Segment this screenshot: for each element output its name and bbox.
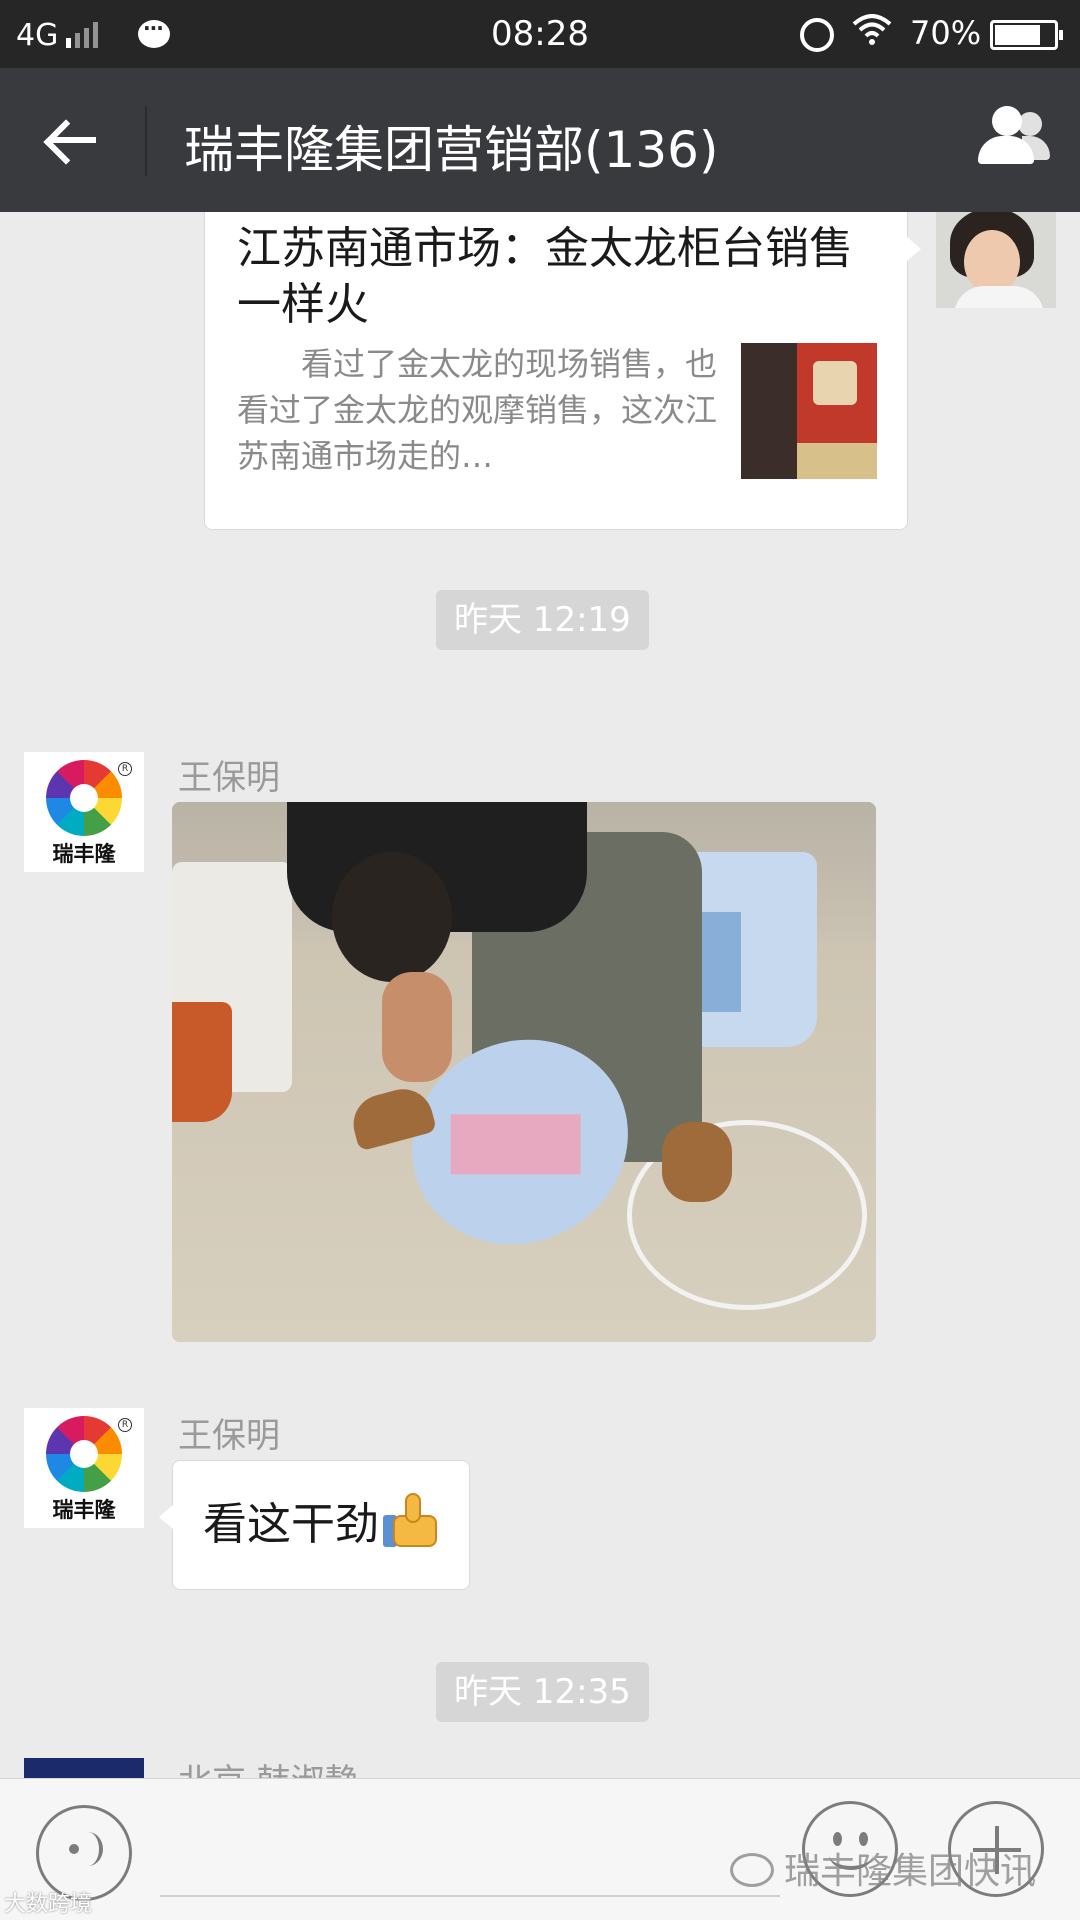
- wifi-icon: [852, 14, 892, 55]
- thumbs-up-icon: [383, 1493, 439, 1547]
- message-input[interactable]: [160, 1895, 780, 1897]
- sender-name: 王保明: [178, 1416, 280, 1456]
- watermark-right: 瑞丰隆集团快讯: [730, 1842, 1036, 1894]
- battery-icon: [990, 20, 1063, 50]
- wechat-icon: [730, 1853, 774, 1887]
- registered-mark-icon: R: [118, 1418, 132, 1432]
- photo-message[interactable]: [172, 802, 876, 1342]
- logo-color-wheel: [46, 760, 122, 836]
- article-title: 江苏南通市场：金太龙柜台销售一样火: [237, 223, 853, 330]
- sender-name: 王保明: [178, 758, 280, 798]
- message-text: 看这干劲: [203, 1499, 379, 1550]
- watermark-left: 大数跨境: [4, 1892, 93, 1917]
- registered-mark-icon: R: [118, 762, 132, 776]
- article-thumbnail: [741, 343, 877, 479]
- chat-title: 瑞丰隆集团营销部(136): [184, 121, 719, 179]
- article-description: 看过了金太龙的现场销售，也看过了金太龙的观摩销售，这次江苏南通市场走的…: [237, 345, 718, 475]
- alarm-icon: [800, 18, 834, 52]
- sender-avatar[interactable]: [24, 1758, 144, 1778]
- title-divider: [145, 106, 147, 176]
- battery-percent: 70%: [910, 14, 982, 52]
- timestamp-label: 昨天 12:19: [436, 590, 649, 650]
- shared-article-card[interactable]: 江苏南通市场：金太龙柜台销售一样火 看过了金太龙的现场销售，也看过了金太龙的观摩…: [204, 212, 921, 530]
- sender-avatar[interactable]: R 瑞丰隆: [24, 1408, 144, 1528]
- chat-message-list[interactable]: 江苏南通市场：金太龙柜台销售一样火 看过了金太龙的现场销售，也看过了金太龙的观摩…: [0, 212, 1080, 1778]
- sender-avatar[interactable]: R 瑞丰隆: [24, 752, 144, 872]
- sender-name: 北京 韩淑静: [178, 1754, 359, 1778]
- my-avatar[interactable]: [936, 212, 1056, 308]
- status-bar: 4G 08:28 70%: [0, 0, 1080, 68]
- group-members-icon[interactable]: [962, 104, 1052, 174]
- logo-text: 瑞丰隆: [52, 1497, 116, 1522]
- logo-color-wheel: [46, 1416, 122, 1492]
- text-message-bubble[interactable]: 看这干劲: [159, 1460, 470, 1590]
- logo-text: 瑞丰隆: [52, 841, 116, 866]
- back-arrow-icon[interactable]: [38, 108, 108, 172]
- title-bar: 瑞丰隆集团营销部(136): [0, 68, 1080, 212]
- timestamp-label: 昨天 12:35: [436, 1662, 649, 1722]
